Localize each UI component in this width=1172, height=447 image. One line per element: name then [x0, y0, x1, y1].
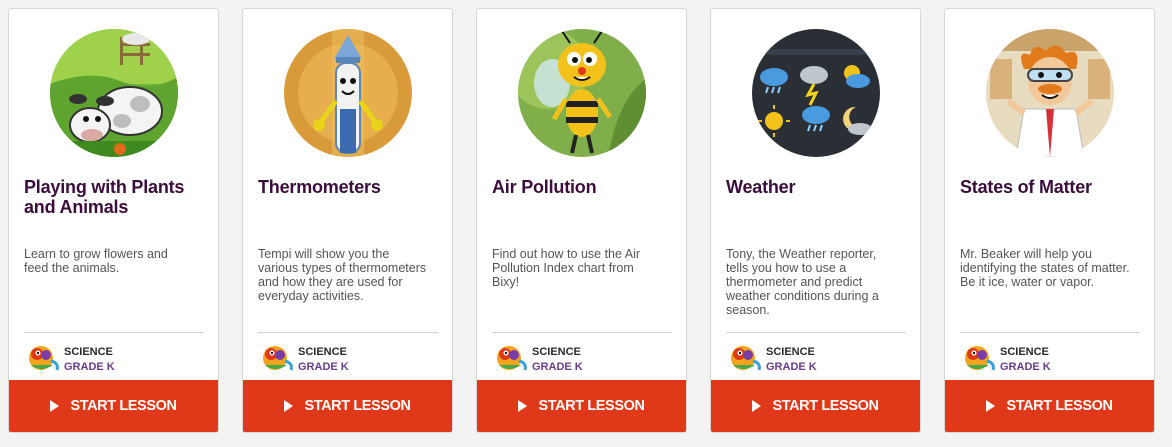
- lesson-card[interactable]: Weather Tony, the Weather reporter, tell…: [710, 8, 921, 433]
- lesson-meta: SCIENCE GRADE K: [495, 343, 675, 375]
- subject-label: SCIENCE: [298, 346, 347, 358]
- lesson-title[interactable]: Weather: [726, 177, 911, 197]
- play-icon: [986, 400, 996, 412]
- start-lesson-button[interactable]: START LESSON: [9, 380, 218, 432]
- start-lesson-label: START LESSON: [1006, 398, 1113, 414]
- thermometer-character-icon[interactable]: [284, 29, 412, 157]
- start-lesson-button[interactable]: START LESSON: [711, 380, 920, 432]
- start-lesson-label: START LESSON: [304, 398, 411, 414]
- lesson-title[interactable]: States of Matter: [960, 177, 1145, 197]
- start-lesson-label: START LESSON: [70, 398, 177, 414]
- divider: [960, 332, 1140, 333]
- lesson-card-grid: Playing with Plants and Animals Learn to…: [0, 0, 1172, 447]
- lesson-meta: SCIENCE GRADE K: [729, 343, 909, 375]
- divider: [492, 332, 672, 333]
- lesson-card[interactable]: States of Matter Mr. Beaker will help yo…: [944, 8, 1155, 433]
- scientist-character-icon[interactable]: [986, 29, 1114, 157]
- play-icon: [50, 400, 60, 412]
- start-lesson-label: START LESSON: [538, 398, 645, 414]
- chameleon-logo-icon: [497, 346, 527, 371]
- play-icon: [752, 400, 762, 412]
- lesson-card[interactable]: Air Pollution Find out how to use the Ai…: [476, 8, 687, 433]
- grade-label: GRADE K: [64, 361, 115, 373]
- chameleon-logo-icon: [263, 346, 293, 371]
- play-icon: [284, 400, 294, 412]
- lesson-description: Learn to grow flowers and feed the anima…: [24, 247, 168, 275]
- grade-label: GRADE K: [532, 361, 583, 373]
- grade-label: GRADE K: [766, 361, 817, 373]
- lesson-meta: SCIENCE GRADE K: [261, 343, 441, 375]
- lesson-title[interactable]: Playing with Plants and Animals: [24, 177, 209, 217]
- chameleon-logo-icon: [29, 346, 59, 371]
- lesson-card[interactable]: Thermometers Tempi will show you the var…: [242, 8, 453, 433]
- play-icon: [518, 400, 528, 412]
- start-lesson-label: START LESSON: [772, 398, 879, 414]
- grade-label: GRADE K: [1000, 361, 1051, 373]
- lesson-description: Tony, the Weather reporter, tells you ho…: [726, 247, 879, 317]
- lesson-meta: SCIENCE GRADE K: [963, 343, 1143, 375]
- bee-character-icon[interactable]: [518, 29, 646, 157]
- start-lesson-button[interactable]: START LESSON: [243, 380, 452, 432]
- lesson-description: Mr. Beaker will help you identifying the…: [960, 247, 1130, 289]
- weather-board-icon[interactable]: [752, 29, 880, 157]
- subject-label: SCIENCE: [532, 346, 581, 358]
- start-lesson-button[interactable]: START LESSON: [945, 380, 1154, 432]
- chameleon-logo-icon: [965, 346, 995, 371]
- lesson-title[interactable]: Thermometers: [258, 177, 443, 197]
- lesson-description: Tempi will show you the various types of…: [258, 247, 427, 303]
- lesson-meta: SCIENCE GRADE K: [27, 343, 207, 375]
- cow-farm-icon[interactable]: [50, 29, 178, 157]
- divider: [258, 332, 438, 333]
- lesson-description: Find out how to use the Air Pollution In…: [492, 247, 641, 289]
- grade-label: GRADE K: [298, 361, 349, 373]
- subject-label: SCIENCE: [1000, 346, 1049, 358]
- lesson-title[interactable]: Air Pollution: [492, 177, 677, 197]
- divider: [726, 332, 906, 333]
- subject-label: SCIENCE: [64, 346, 113, 358]
- subject-label: SCIENCE: [766, 346, 815, 358]
- start-lesson-button[interactable]: START LESSON: [477, 380, 686, 432]
- divider: [24, 332, 204, 333]
- chameleon-logo-icon: [731, 346, 761, 371]
- lesson-card[interactable]: Playing with Plants and Animals Learn to…: [8, 8, 219, 433]
